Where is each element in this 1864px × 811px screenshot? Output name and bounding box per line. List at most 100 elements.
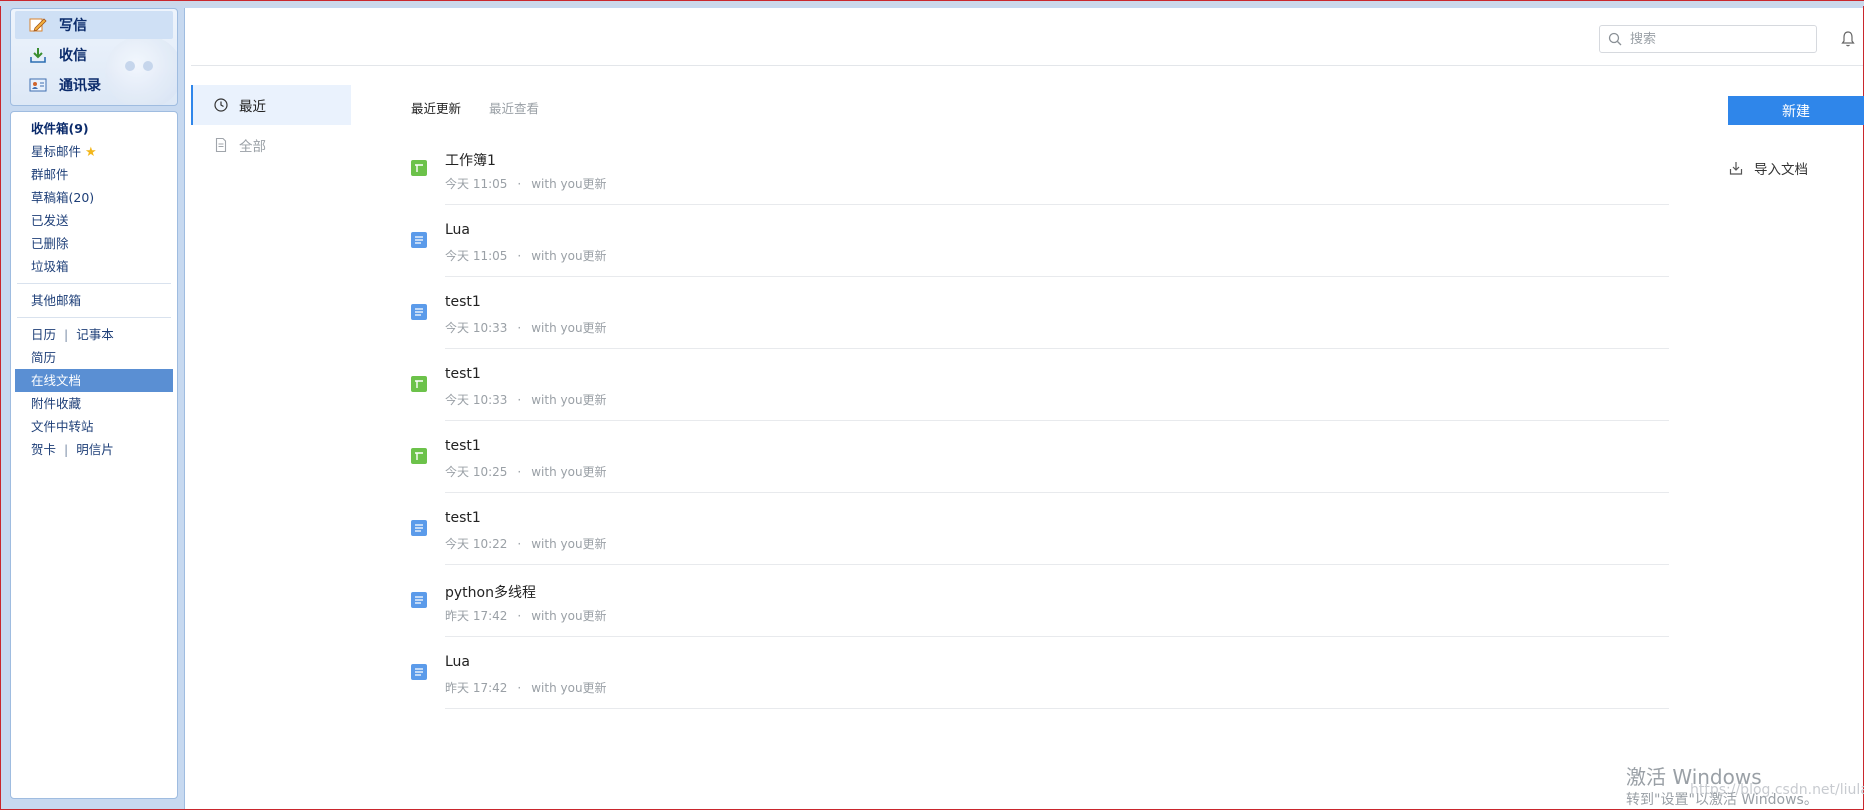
document-meta: 今天 10:25 · with you更新 [445, 463, 607, 480]
folder-other-mailbox[interactable]: 其他邮箱 [15, 289, 173, 312]
tab-recently-updated[interactable]: 最近更新 [411, 98, 461, 117]
meta-dot: · [517, 321, 522, 335]
divider [17, 283, 171, 284]
spreadsheet-icon [411, 376, 427, 392]
search-box[interactable] [1599, 25, 1817, 53]
document-row[interactable]: test1 今天 10:25 · with you更新 [411, 421, 1669, 493]
meta-dot: · [517, 177, 522, 191]
spreadsheet-icon [411, 160, 427, 176]
notebook-link[interactable]: 记事本 [76, 327, 114, 342]
attachments-link[interactable]: 附件收藏 [15, 392, 173, 415]
document-row[interactable]: test1 今天 10:33 · with you更新 [411, 277, 1669, 349]
pipe-separator: | [64, 442, 69, 457]
document-meta: 昨天 17:42 · with you更新 [445, 607, 607, 624]
document-row[interactable]: test1 今天 10:33 · with you更新 [411, 349, 1669, 421]
document-time: 今天 10:33 [445, 321, 508, 335]
document-outline-icon [215, 137, 227, 153]
meta-dot: · [517, 537, 522, 551]
folder-sidebar: 收件箱(9) 星标邮件 ★ 群邮件 草稿箱(20) 已发送 已删除 垃圾箱 其他邮… [10, 111, 178, 799]
document-note: with you更新 [531, 681, 607, 695]
document-time: 今天 10:22 [445, 537, 508, 551]
document-time: 今天 10:33 [445, 393, 508, 407]
compose-button[interactable]: 写信 [15, 11, 173, 39]
tab-recent[interactable]: 最近 [191, 85, 351, 125]
document-note: with you更新 [531, 537, 607, 551]
folder-sent[interactable]: 已发送 [15, 209, 173, 232]
contact-card-icon [29, 77, 47, 93]
clock-icon [214, 98, 228, 112]
document-title: test1 [445, 294, 481, 310]
contacts-label: 通讯录 [59, 78, 101, 94]
tools-card-postcard: 贺卡 | 明信片 [15, 438, 173, 461]
meta-dot: · [517, 465, 522, 479]
text-document-icon [411, 664, 427, 680]
online-docs-link[interactable]: 在线文档 [15, 369, 173, 392]
document-row[interactable]: 工作簿1 今天 11:05 · with you更新 [411, 133, 1669, 205]
window-top-border [0, 0, 1864, 6]
meta-dot: · [517, 393, 522, 407]
folder-spam[interactable]: 垃圾箱 [15, 255, 173, 278]
meta-dot: · [517, 609, 522, 623]
resume-link[interactable]: 简历 [15, 346, 173, 369]
document-title: Lua [445, 654, 471, 670]
tab-all[interactable]: 全部 [191, 125, 351, 165]
document-meta: 今天 11:05 · with you更新 [445, 175, 607, 192]
bell-icon[interactable] [1839, 30, 1857, 48]
document-time: 昨天 17:42 [445, 681, 508, 695]
contacts-button[interactable]: 通讯录 [15, 71, 173, 99]
docs-left-tabs: 最近 全部 [191, 85, 351, 165]
document-row[interactable]: Lua 今天 11:05 · with you更新 [411, 205, 1669, 277]
new-document-button[interactable]: 新建 [1728, 96, 1864, 125]
document-row[interactable]: Lua 昨天 17:42 · with you更新 [411, 637, 1669, 709]
text-document-icon [411, 304, 427, 320]
document-list: 工作簿1 今天 11:05 · with you更新 Lua 今天 11:05 · wi… [411, 133, 1669, 709]
divider [17, 317, 171, 318]
document-title: test1 [445, 438, 481, 454]
docs-header [191, 8, 1863, 66]
document-note: with you更新 [531, 321, 607, 335]
folder-inbox[interactable]: 收件箱(9) [15, 117, 173, 140]
folder-deleted[interactable]: 已删除 [15, 232, 173, 255]
folder-drafts[interactable]: 草稿箱(20) [15, 186, 173, 209]
calendar-link[interactable]: 日历 [31, 327, 56, 342]
folder-starred-label: 星标邮件 [31, 144, 82, 159]
windows-activation-watermark: 激活 Windows 转到"设置"以激活 Windows。 [1626, 766, 1818, 811]
inbox-download-icon [29, 47, 47, 63]
inbox-button[interactable]: 收信 [15, 41, 173, 69]
greeting-card-link[interactable]: 贺卡 [31, 442, 56, 457]
document-title: Lua [445, 222, 471, 238]
document-row[interactable]: python多线程 昨天 17:42 · with you更新 [411, 565, 1669, 637]
meta-dot: · [517, 249, 522, 263]
postcard-link[interactable]: 明信片 [76, 442, 114, 457]
text-document-icon [411, 520, 427, 536]
document-meta: 今天 10:33 · with you更新 [445, 391, 607, 408]
document-meta: 今天 11:05 · with you更新 [445, 247, 607, 264]
import-document-label: 导入文档 [1754, 162, 1808, 178]
sort-tabs: 最近更新 最近查看 [411, 98, 539, 117]
file-transfer-link[interactable]: 文件中转站 [15, 415, 173, 438]
document-note: with you更新 [531, 393, 607, 407]
import-icon [1729, 162, 1743, 175]
folder-starred[interactable]: 星标邮件 ★ [15, 140, 173, 163]
tab-all-label: 全部 [239, 139, 266, 155]
search-input[interactable] [1628, 30, 1812, 48]
document-note: with you更新 [531, 609, 607, 623]
activation-subtitle: 转到"设置"以激活 Windows。 [1626, 792, 1818, 808]
text-document-icon [411, 592, 427, 608]
folder-group[interactable]: 群邮件 [15, 163, 173, 186]
document-meta: 今天 10:33 · with you更新 [445, 319, 607, 336]
document-time: 今天 11:05 [445, 177, 508, 191]
star-icon: ★ [85, 145, 97, 160]
compose-label: 写信 [59, 18, 87, 34]
import-document-button[interactable]: 导入文档 [1728, 158, 1808, 178]
tools-calendar-notebook: 日历 | 记事本 [15, 323, 173, 346]
document-meta: 昨天 17:42 · with you更新 [445, 679, 607, 696]
document-note: with you更新 [531, 249, 607, 263]
pencil-note-icon [29, 17, 47, 33]
document-title: test1 [445, 510, 481, 526]
tab-recently-viewed[interactable]: 最近查看 [489, 98, 539, 117]
document-row[interactable]: test1 今天 10:22 · with you更新 [411, 493, 1669, 565]
inbox-label: 收信 [59, 48, 87, 64]
document-title: test1 [445, 366, 481, 382]
mail-quick-nav: 写信 收信 通讯录 [10, 8, 178, 106]
